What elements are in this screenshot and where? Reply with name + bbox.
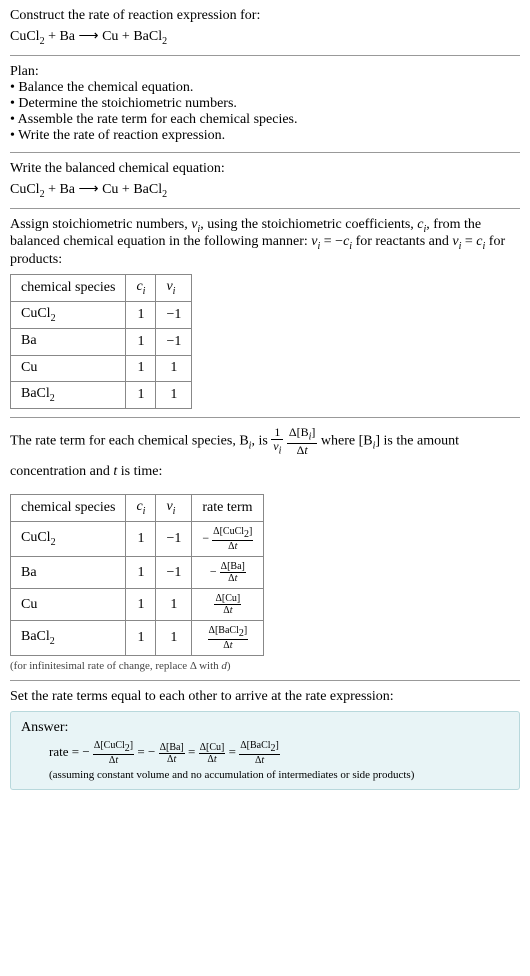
fraction: Δ[Cu] Δt — [199, 742, 226, 765]
cell-vi: −1 — [156, 328, 192, 355]
rateterm-table: chemical species ci νi rate term CuCl2 1… — [10, 494, 264, 656]
cell-vi: −1 — [156, 557, 192, 589]
col-species: chemical species — [11, 275, 126, 302]
answer-note: (assuming constant volume and no accumul… — [49, 769, 509, 781]
final-title: Set the rate terms equal to each other t… — [10, 689, 520, 705]
balanced-section: Write the balanced chemical equation: Cu… — [10, 161, 520, 200]
cell-ci: 1 — [126, 589, 156, 621]
fraction: Δ[BaCl2] Δt — [208, 625, 249, 651]
plan-item: • Assemble the rate term for each chemic… — [10, 112, 520, 128]
table-row: BaCl2 1 1 — [11, 382, 192, 409]
divider — [10, 208, 520, 209]
cell-species: BaCl2 — [11, 621, 126, 656]
rateterm-intro: The rate term for each chemical species,… — [10, 426, 520, 488]
fraction: Δ[Bi] Δt — [287, 426, 318, 457]
cell-ci: 1 — [126, 621, 156, 656]
table-header-row: chemical species ci νi — [11, 275, 192, 302]
cell-species: CuCl2 — [11, 522, 126, 557]
cell-species: Cu — [11, 589, 126, 621]
table-row: BaCl2 1 1 Δ[BaCl2] Δt — [11, 621, 264, 656]
fraction: Δ[CuCl2] Δt — [93, 740, 134, 766]
cell-ci: 1 — [126, 382, 156, 409]
answer-box: Answer: rate = − Δ[CuCl2] Δt = − Δ[Ba] Δ… — [10, 711, 520, 790]
col-rate: rate term — [192, 495, 264, 522]
fraction: Δ[BaCl2] Δt — [239, 740, 280, 766]
cell-vi: 1 — [156, 355, 192, 382]
cell-vi: 1 — [156, 621, 192, 656]
prompt-text: Construct the rate of reaction expressio… — [10, 8, 520, 24]
table-row: Cu 1 1 Δ[Cu] Δt — [11, 589, 264, 621]
plan-section: Plan: • Balance the chemical equation. •… — [10, 64, 520, 144]
col-ci: ci — [126, 495, 156, 522]
table-row: CuCl2 1 −1 − Δ[CuCl2] Δt — [11, 522, 264, 557]
fraction: Δ[Cu] Δt — [214, 593, 241, 616]
divider — [10, 55, 520, 56]
cell-ci: 1 — [126, 355, 156, 382]
prompt-equation: CuCl2 + Ba ⟶ Cu + BaCl2 — [10, 28, 520, 47]
balanced-title: Write the balanced chemical equation: — [10, 161, 520, 177]
cell-rate: Δ[Cu] Δt — [192, 589, 264, 621]
cell-species: Cu — [11, 355, 126, 382]
rateterm-caption: (for infinitesimal rate of change, repla… — [10, 660, 520, 672]
divider — [10, 417, 520, 418]
plan-item: • Balance the chemical equation. — [10, 80, 520, 96]
table-header-row: chemical species ci νi rate term — [11, 495, 264, 522]
table-row: Cu 1 1 — [11, 355, 192, 382]
cell-species: BaCl2 — [11, 382, 126, 409]
answer-expression: rate = − Δ[CuCl2] Δt = − Δ[Ba] Δt = Δ[Cu… — [49, 740, 509, 766]
cell-species: CuCl2 — [11, 301, 126, 328]
divider — [10, 152, 520, 153]
rateterm-section: The rate term for each chemical species,… — [10, 426, 520, 672]
cell-ci: 1 — [126, 328, 156, 355]
cell-species: Ba — [11, 557, 126, 589]
table-row: Ba 1 −1 — [11, 328, 192, 355]
cell-vi: −1 — [156, 301, 192, 328]
balanced-equation: CuCl2 + Ba ⟶ Cu + BaCl2 — [10, 181, 520, 200]
cell-rate: − Δ[Ba] Δt — [192, 557, 264, 589]
cell-rate: Δ[BaCl2] Δt — [192, 621, 264, 656]
cell-ci: 1 — [126, 557, 156, 589]
fraction: Δ[CuCl2] Δt — [212, 526, 253, 552]
cell-vi: 1 — [156, 382, 192, 409]
col-ci: ci — [126, 275, 156, 302]
fraction: 1 νi — [271, 426, 283, 457]
plan-item: • Write the rate of reaction expression. — [10, 128, 520, 144]
fraction: Δ[Ba] Δt — [159, 742, 185, 765]
plan-title: Plan: — [10, 64, 520, 80]
cell-rate: − Δ[CuCl2] Δt — [192, 522, 264, 557]
cell-ci: 1 — [126, 301, 156, 328]
col-vi: νi — [156, 275, 192, 302]
stoich-table: chemical species ci νi CuCl2 1 −1 Ba 1 −… — [10, 274, 192, 409]
cell-vi: −1 — [156, 522, 192, 557]
plan-item: • Determine the stoichiometric numbers. — [10, 96, 520, 112]
cell-species: Ba — [11, 328, 126, 355]
final-section: Set the rate terms equal to each other t… — [10, 689, 520, 790]
cell-ci: 1 — [126, 522, 156, 557]
fraction: Δ[Ba] Δt — [220, 561, 246, 584]
table-row: CuCl2 1 −1 — [11, 301, 192, 328]
col-vi: νi — [156, 495, 192, 522]
stoich-intro: Assign stoichiometric numbers, νi, using… — [10, 217, 520, 269]
answer-label: Answer: — [21, 720, 509, 736]
divider — [10, 680, 520, 681]
stoich-section: Assign stoichiometric numbers, νi, using… — [10, 217, 520, 410]
cell-vi: 1 — [156, 589, 192, 621]
table-row: Ba 1 −1 − Δ[Ba] Δt — [11, 557, 264, 589]
prompt-section: Construct the rate of reaction expressio… — [10, 8, 520, 47]
col-species: chemical species — [11, 495, 126, 522]
